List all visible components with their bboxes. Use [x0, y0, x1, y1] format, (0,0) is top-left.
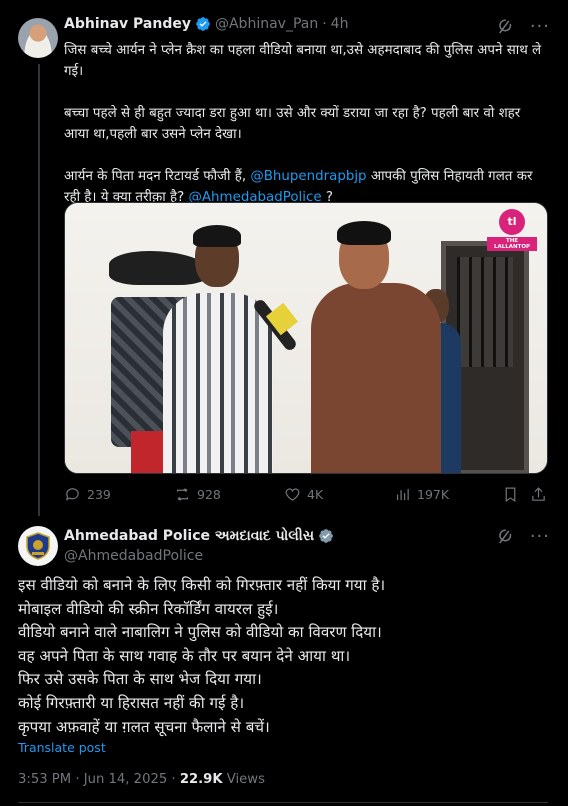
like-count: 4K	[307, 487, 324, 502]
tweet-text: जिस बच्चे आर्यन ने प्लेन क्रैश का पहला व…	[64, 40, 542, 208]
video-person	[337, 221, 391, 245]
video-person	[163, 293, 273, 473]
verified-badge-icon	[196, 17, 210, 31]
tweet-line: वह अपने पिता के साथ गवाह के तौर पर बयान …	[18, 646, 351, 665]
police-badge-icon	[26, 532, 50, 560]
tweet-actions: 239 928 4K 197K	[64, 486, 548, 506]
views-label: Views	[222, 772, 265, 787]
heart-icon	[285, 488, 300, 501]
channel-logo-mark: tl	[499, 209, 525, 235]
author-handle[interactable]: @Abhinav_Pan	[215, 16, 318, 32]
author-handle[interactable]: @AhmedabadPolice	[64, 548, 203, 564]
post-meta: 3:53 PM · Jun 14, 2025 · 22.9K Views	[18, 772, 265, 787]
tweet-header: Ahmedabad Police અમદાવાદ પોલીસ	[64, 528, 334, 544]
repost-icon	[176, 488, 189, 501]
video-person	[311, 283, 441, 473]
reply-button[interactable]: 239	[64, 486, 111, 503]
mention-link[interactable]: @Bhupendrapbjp	[250, 169, 366, 184]
video-scene-element	[457, 257, 513, 367]
like-button[interactable]: 4K	[284, 486, 323, 503]
translate-post-link[interactable]: Translate post	[18, 740, 106, 755]
avatar[interactable]	[18, 526, 58, 566]
views-icon	[396, 488, 409, 501]
header-actions: ···	[496, 528, 550, 546]
verified-gray-badge-icon	[319, 529, 333, 543]
tweet-paragraph: बच्चा पहले से ही बहुत ज्यादा डरा हुआ था।…	[64, 106, 521, 142]
separator: ·	[322, 16, 327, 32]
header-actions: ···	[496, 18, 550, 36]
post-time[interactable]: 4h	[331, 16, 349, 32]
channel-logo: tl THE LALLANTOP	[487, 209, 537, 253]
more-options-icon[interactable]: ···	[530, 18, 550, 36]
avatar[interactable]	[18, 18, 58, 58]
repost-button[interactable]: 928	[174, 486, 221, 503]
tweet-line: इस वीडियो को बनाने के लिए किसी को गिरफ़्…	[18, 576, 386, 594]
tweet-line: कोई गिरफ़्तारी या हिरासत नहीं की गई है।	[18, 693, 245, 712]
tweet-text: इस वीडियो को बनाने के लिए किसी को गिरफ़्…	[18, 574, 548, 739]
grok-icon[interactable]	[496, 18, 514, 36]
channel-logo-text: THE LALLANTOP	[487, 237, 537, 251]
views-button[interactable]: 197K	[394, 486, 449, 503]
views-count: 22.9K	[179, 772, 223, 787]
more-options-icon[interactable]: ···	[530, 528, 550, 546]
share-icon	[532, 487, 545, 501]
bookmark-button[interactable]	[502, 486, 519, 503]
bookmark-icon	[505, 487, 516, 503]
tweet-line: कृपया अफ़वाहें या ग़लत सूचना फैलाने से ब…	[18, 717, 270, 736]
video-scene-element	[131, 431, 163, 473]
reply-icon	[65, 488, 79, 501]
view-count: 197K	[417, 487, 450, 502]
tweet-video[interactable]: tl THE LALLANTOP	[64, 202, 548, 474]
share-button[interactable]	[530, 486, 547, 503]
divider	[18, 802, 548, 803]
tweet-paragraph: जिस बच्चे आर्यन ने प्लेन क्रैश का पहला व…	[64, 43, 542, 79]
thread-line	[38, 64, 40, 516]
video-person	[193, 225, 241, 247]
text-segment: आर्यन के पिता मदन रिटायर्ड फौजी हैं,	[64, 169, 251, 184]
tweet-line: फिर उसे उसके पिता के साथ भेज दिया गया।	[18, 670, 262, 689]
author-name[interactable]: Ahmedabad Police અમદાવાદ પોલીસ	[64, 528, 314, 544]
reply-count: 239	[87, 487, 111, 502]
tweet-header: Abhinav Pandey @Abhinav_Pan · 4h	[64, 16, 348, 32]
tweet-line: वीडियो बनाने वाले नाबालिग ने पुलिस को वी…	[18, 623, 382, 642]
author-name[interactable]: Abhinav Pandey	[64, 16, 191, 32]
tweet-line: मोबाइल वीडियो की स्क्रीन रिकॉर्डिंग वायर…	[18, 599, 279, 618]
post-timestamp[interactable]: 3:53 PM · Jun 14, 2025 ·	[18, 772, 180, 787]
repost-count: 928	[197, 487, 221, 502]
grok-icon[interactable]	[496, 528, 514, 546]
